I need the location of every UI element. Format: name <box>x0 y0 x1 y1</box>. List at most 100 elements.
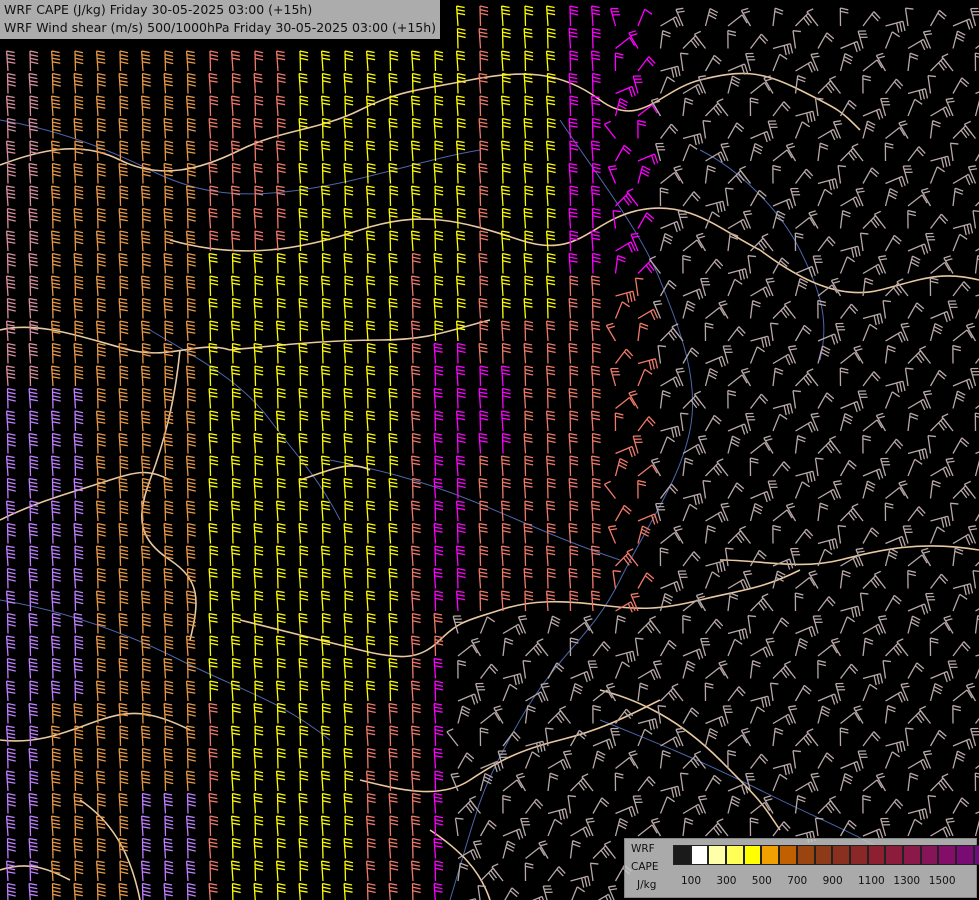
wind-barb <box>840 400 861 413</box>
wind-barb <box>765 637 775 657</box>
wind-barb <box>740 7 752 27</box>
legend-swatch <box>867 845 886 865</box>
wind-barb <box>817 142 829 162</box>
wind-barb <box>230 770 241 792</box>
wind-barb <box>907 603 929 615</box>
wind-barb <box>479 772 494 792</box>
wind-barb <box>974 459 979 477</box>
wind-barb <box>73 882 83 900</box>
wind-barb <box>185 500 196 522</box>
wind-barb <box>119 680 129 702</box>
wind-barb <box>975 248 979 252</box>
wind-barb <box>231 612 241 634</box>
wind-barb <box>682 254 692 274</box>
wind-barb <box>769 322 779 342</box>
wind-barb <box>5 815 16 837</box>
wind-barb <box>523 72 533 94</box>
wind-barb <box>411 792 421 814</box>
wind-barb <box>6 837 16 859</box>
wind-barb <box>164 185 174 207</box>
wind-barb <box>727 530 747 544</box>
wind-barb <box>365 410 376 432</box>
wind-barb <box>28 612 38 634</box>
wind-barb <box>591 522 601 544</box>
wind-barb <box>814 817 824 837</box>
wind-barb <box>96 297 106 319</box>
wind-barb <box>276 522 286 544</box>
wind-barb <box>568 477 578 499</box>
wind-barb <box>947 660 958 679</box>
wind-barb <box>118 522 128 544</box>
wind-barb <box>702 480 711 499</box>
wind-barb <box>907 662 925 679</box>
wind-barb <box>208 387 218 409</box>
wind-barb <box>186 297 196 319</box>
wind-barb <box>343 252 353 274</box>
wind-barb <box>727 482 745 499</box>
wind-barb <box>835 322 846 342</box>
wind-barb <box>231 702 241 724</box>
wind-barb <box>95 365 106 387</box>
wind-barb <box>749 97 759 117</box>
wind-barb <box>523 117 533 139</box>
wind-barb <box>569 185 579 207</box>
wind-barb <box>682 755 702 769</box>
wind-barb <box>298 837 308 859</box>
wind-barb <box>882 660 891 679</box>
wind-barb <box>73 837 83 859</box>
wind-barb <box>141 252 151 274</box>
wind-barb <box>515 772 527 792</box>
wind-barb <box>546 162 556 184</box>
wind-barb <box>952 77 970 94</box>
wind-barb <box>5 770 16 792</box>
wind-barb <box>637 165 651 184</box>
wind-barb <box>479 230 489 252</box>
wind-barb <box>141 837 151 859</box>
wind-barb <box>164 140 174 162</box>
wind-barb <box>321 432 331 454</box>
wind-barb <box>817 440 837 454</box>
wind-barb <box>767 120 778 139</box>
wind-barb <box>772 53 788 72</box>
wind-barb <box>208 207 218 229</box>
wind-barb <box>140 365 151 387</box>
wind-barb <box>28 342 38 364</box>
wind-barb <box>163 297 173 319</box>
legend-swatch <box>885 845 903 865</box>
wind-barb <box>591 567 601 589</box>
wind-barb <box>659 483 679 499</box>
wind-barb <box>457 862 469 882</box>
wind-barb <box>209 590 219 612</box>
wind-barb <box>366 342 376 364</box>
wind-barb <box>5 635 16 657</box>
wind-barb <box>140 725 151 747</box>
wind-barb <box>875 52 887 72</box>
wind-barb <box>410 680 421 702</box>
wind-barb <box>677 570 688 589</box>
wind-barb <box>700 637 711 657</box>
wind-barb <box>276 477 286 499</box>
wind-barb <box>320 455 331 477</box>
weather-map <box>0 5 979 900</box>
wind-barb <box>163 252 173 274</box>
wind-barb <box>50 815 61 837</box>
wind-barb <box>749 33 769 49</box>
wind-barb <box>591 432 601 454</box>
wind-barb <box>637 212 655 229</box>
wind-barb <box>73 522 83 544</box>
wind-barb <box>455 230 466 252</box>
wind-barb <box>772 713 794 726</box>
wind-barb <box>727 628 749 641</box>
wind-barb <box>502 637 514 657</box>
legend-swatch <box>796 845 815 865</box>
wind-barb <box>230 860 241 882</box>
wind-barb <box>742 210 753 229</box>
wind-barb <box>659 187 669 207</box>
wind-barb <box>501 297 511 319</box>
wind-barb <box>817 752 835 769</box>
wind-barb <box>637 56 656 72</box>
wind-barb <box>907 458 923 477</box>
wind-barb <box>930 826 951 838</box>
wind-barb <box>695 232 707 252</box>
wind-barb <box>637 479 647 499</box>
